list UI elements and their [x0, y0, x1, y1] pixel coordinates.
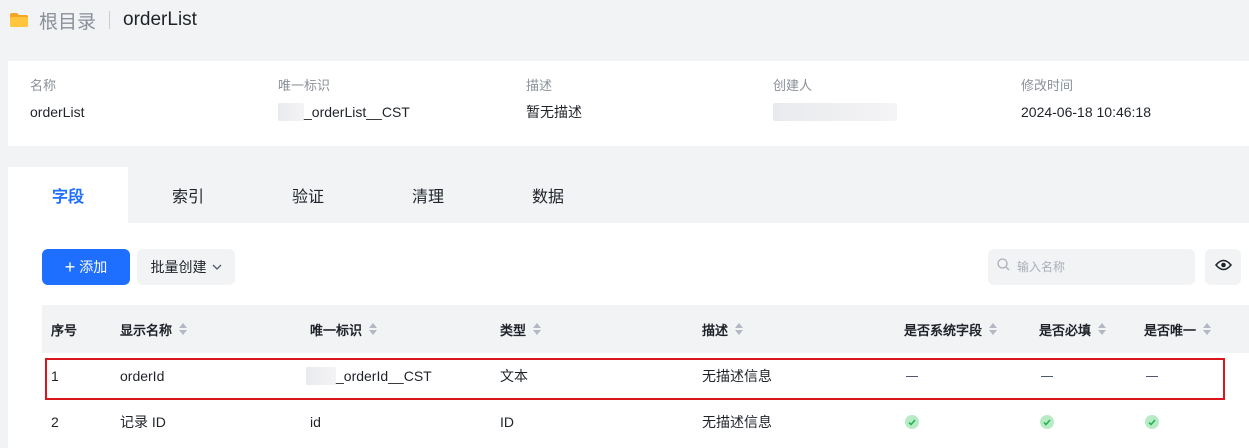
cell-type: 文本 [500, 368, 528, 384]
search-box [988, 249, 1195, 285]
header-display-name[interactable]: 显示名称 [120, 305, 188, 353]
info-modified-label: 修改时间 [1021, 78, 1074, 93]
cell-required [1041, 353, 1053, 399]
cell-uid: id [310, 414, 321, 430]
batch-create-label: 批量创建 [150, 259, 207, 275]
fields-panel: + 添加 批量创建 序号 显示名称 唯一标识 类型 描述 是否系统字段 是否必填… [8, 223, 1249, 448]
dash-icon [1041, 375, 1053, 377]
info-name-value: orderList [30, 104, 85, 120]
column-visibility-button[interactable] [1205, 249, 1241, 285]
redacted-prefix [278, 103, 304, 121]
breadcrumb-current: orderList [123, 9, 197, 30]
header-index-label: 序号 [51, 322, 78, 338]
header-type-label: 类型 [500, 322, 527, 338]
sort-icon[interactable] [989, 323, 998, 335]
batch-create-button[interactable]: 批量创建 [137, 249, 235, 285]
info-desc-label: 描述 [526, 78, 553, 93]
redacted-creator [773, 103, 897, 121]
tab-indexes[interactable]: 索引 [128, 167, 248, 223]
search-input[interactable] [1017, 260, 1187, 274]
table-header: 序号 显示名称 唯一标识 类型 描述 是否系统字段 是否必填 是否唯一 [42, 305, 1249, 353]
cell-display-name: orderId [120, 368, 165, 384]
header-desc-label: 描述 [702, 322, 729, 338]
table-row[interactable]: 2 记录 ID id ID 无描述信息 [42, 399, 1249, 445]
eye-icon [1214, 258, 1232, 276]
info-modified-value: 2024-06-18 10:46:18 [1021, 104, 1151, 120]
header-required[interactable]: 是否必填 [1039, 305, 1107, 353]
info-name-label: 名称 [30, 78, 57, 93]
tab-cleanup[interactable]: 清理 [368, 167, 488, 223]
check-circle-icon [905, 415, 919, 429]
header-display-name-label: 显示名称 [120, 322, 173, 338]
header-system-label: 是否系统字段 [904, 322, 983, 338]
info-creator: 创建人 [773, 77, 897, 121]
cell-system [906, 353, 918, 399]
header-unique[interactable]: 是否唯一 [1144, 305, 1212, 353]
info-uid: 唯一标识 _orderList__CST [278, 77, 410, 121]
info-desc: 描述 暂无描述 [526, 77, 582, 121]
info-uid-value: _orderList__CST [304, 104, 410, 120]
dash-icon [906, 375, 918, 377]
header-uid[interactable]: 唯一标识 [310, 305, 378, 353]
cell-uid-value: _orderId__CST [336, 368, 432, 384]
redacted-prefix [306, 367, 336, 385]
info-modified: 修改时间 2024-06-18 10:46:18 [1021, 77, 1151, 121]
info-creator-label: 创建人 [773, 78, 813, 93]
tab-validation[interactable]: 验证 [248, 167, 368, 223]
folder-icon [10, 13, 28, 27]
dash-icon [1146, 375, 1158, 377]
header-required-label: 是否必填 [1039, 322, 1092, 338]
breadcrumb-root[interactable]: 根目录 [39, 7, 96, 34]
cell-unique [1146, 353, 1158, 399]
sort-icon[interactable] [179, 323, 188, 335]
cell-index: 2 [51, 414, 59, 430]
fields-table: 序号 显示名称 唯一标识 类型 描述 是否系统字段 是否必填 是否唯一 1 or… [42, 305, 1249, 445]
info-desc-value: 暂无描述 [526, 104, 582, 120]
sort-icon[interactable] [1203, 323, 1212, 335]
tab-bar: 字段 索引 验证 清理 数据 [8, 167, 1249, 223]
cell-type: ID [500, 414, 514, 430]
cell-index: 1 [51, 368, 59, 384]
sort-icon[interactable] [1098, 323, 1107, 335]
add-button[interactable]: + 添加 [42, 249, 130, 285]
sort-icon[interactable] [533, 323, 542, 335]
cell-required [1040, 399, 1054, 445]
check-circle-icon [1145, 415, 1159, 429]
table-row[interactable]: 1 orderId _orderId__CST 文本 无描述信息 [42, 353, 1249, 399]
cell-unique [1145, 399, 1159, 445]
header-desc[interactable]: 描述 [702, 305, 744, 353]
cell-uid: _orderId__CST [306, 353, 432, 399]
header-system[interactable]: 是否系统字段 [904, 305, 998, 353]
info-card: 名称 orderList 唯一标识 _orderList__CST 描述 暂无描… [8, 61, 1249, 146]
header-unique-label: 是否唯一 [1144, 322, 1197, 338]
check-circle-icon [1040, 415, 1054, 429]
info-name: 名称 orderList [30, 77, 84, 121]
cell-display-name: 记录 ID [120, 414, 166, 430]
tab-data[interactable]: 数据 [488, 167, 608, 223]
cell-desc: 无描述信息 [702, 414, 772, 430]
header-index: 序号 [51, 305, 77, 353]
header-type[interactable]: 类型 [500, 305, 542, 353]
sort-icon[interactable] [369, 323, 378, 335]
cell-desc: 无描述信息 [702, 368, 772, 384]
search-icon [997, 258, 1010, 276]
cell-system [905, 399, 919, 445]
breadcrumb-separator [109, 11, 111, 29]
breadcrumb: 根目录 orderList [0, 0, 1249, 40]
tab-fields[interactable]: 字段 [8, 167, 128, 223]
add-button-label: 添加 [79, 259, 108, 275]
header-uid-label: 唯一标识 [310, 322, 363, 338]
info-uid-value-wrap: _orderList__CST [278, 103, 410, 121]
sort-icon[interactable] [735, 323, 744, 335]
plus-icon: + [64, 257, 76, 277]
chevron-down-icon [212, 261, 222, 273]
info-uid-label: 唯一标识 [278, 78, 331, 93]
